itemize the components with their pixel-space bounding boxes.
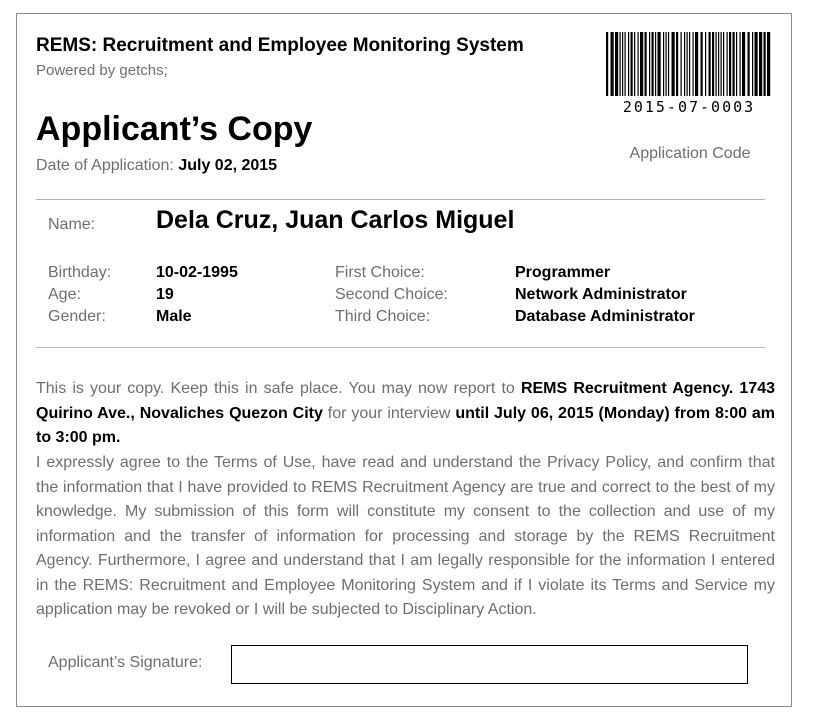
agreement-paragraph: I expressly agree to the Terms of Use, h…	[36, 454, 775, 618]
divider-top	[36, 199, 765, 200]
signature-field[interactable]	[231, 645, 748, 684]
date-value: July 02, 2015	[178, 157, 278, 174]
date-label: Date of Application:	[36, 157, 174, 174]
page-title: Applicant’s Copy	[36, 110, 313, 148]
system-title: REMS: Recruitment and Employee Monitorin…	[36, 35, 524, 56]
application-code-label: Application Code	[629, 145, 751, 162]
third-choice-label: Third Choice:	[335, 308, 431, 325]
notice-paragraph: This is your copy. Keep this in safe pla…	[36, 377, 775, 451]
second-choice-value: Network Administrator	[515, 286, 687, 303]
date-of-application: Date of Application: July 02, 2015	[36, 157, 277, 175]
gender-label: Gender:	[48, 308, 106, 325]
age-value: 19	[156, 286, 174, 303]
name-value: Dela Cruz, Juan Carlos Miguel	[156, 206, 515, 234]
barcode-icon	[606, 32, 771, 96]
name-label: Name:	[48, 216, 96, 233]
age-label: Age:	[48, 286, 81, 303]
powered-by-text: Powered by getchs;	[36, 62, 168, 79]
notice-agency: REMS Recruitment Agency.	[520, 380, 734, 397]
second-choice-label: Second Choice:	[335, 286, 448, 303]
applicant-copy-card: REMS: Recruitment and Employee Monitorin…	[16, 13, 792, 707]
notice-until: until July 06, 2015 (Monday)	[455, 404, 670, 422]
divider-bottom	[36, 347, 765, 348]
notice-for-interview: for your interview	[327, 404, 451, 422]
application-code-value: 2015-07-0003	[622, 98, 756, 116]
birthday-label: Birthday:	[48, 264, 112, 281]
first-choice-label: First Choice:	[335, 264, 425, 281]
gender-value: Male	[156, 308, 192, 325]
third-choice-value: Database Administrator	[515, 308, 695, 325]
first-choice-value: Programmer	[515, 264, 611, 281]
birthday-value: 10-02-1995	[156, 264, 238, 281]
signature-label: Applicant’s Signature:	[48, 654, 203, 671]
notice-intro: This is your copy. Keep this in safe pla…	[36, 380, 515, 397]
